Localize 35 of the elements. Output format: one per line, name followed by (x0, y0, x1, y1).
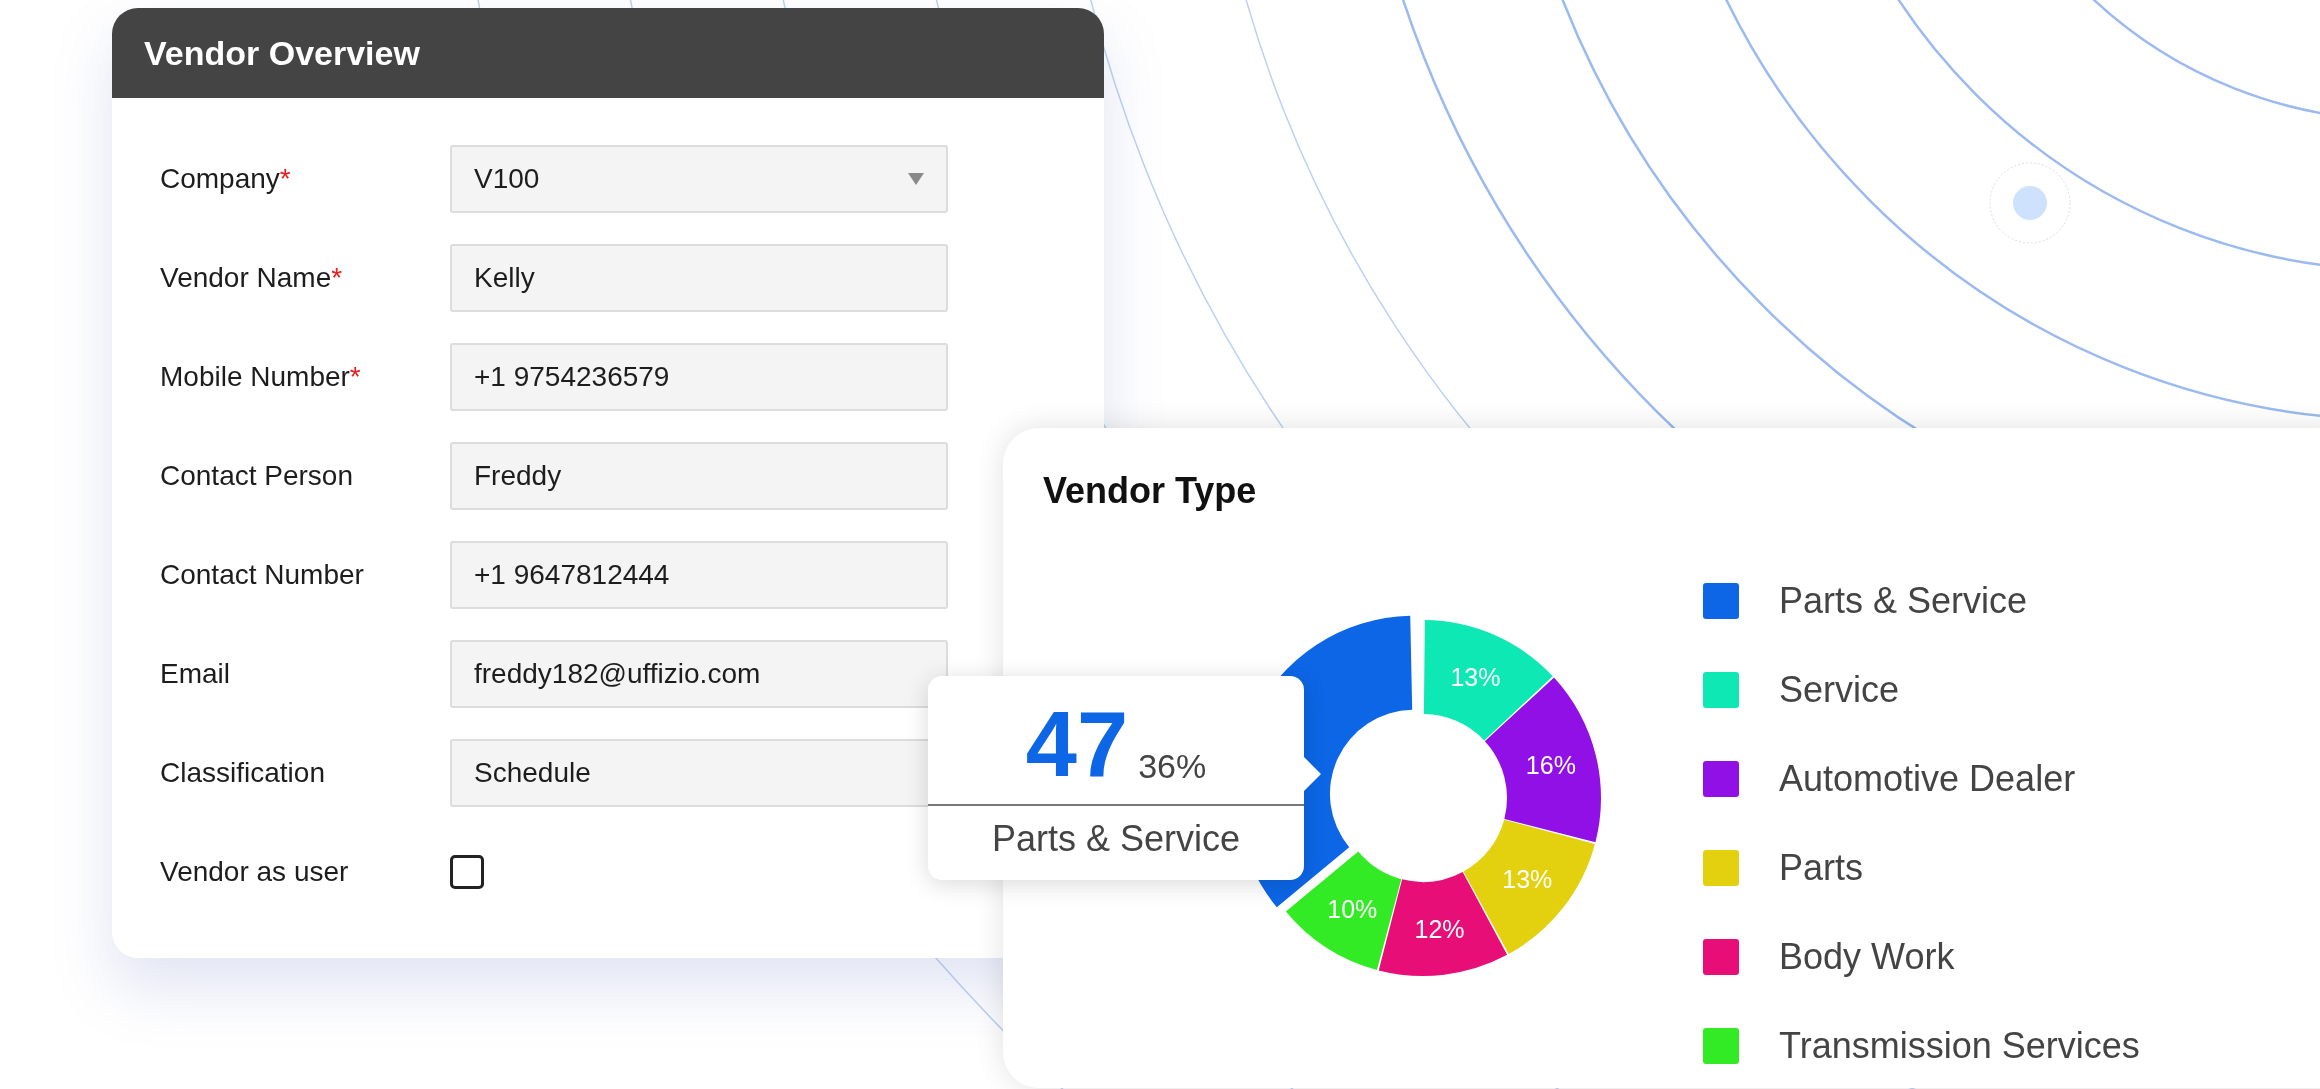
slice-label: 13% (1502, 864, 1553, 893)
field-label: Mobile Number* (160, 361, 362, 393)
checkbox[interactable] (450, 855, 484, 889)
legend-label: Body Work (1779, 936, 1955, 978)
donut-slice[interactable] (1423, 620, 1553, 741)
tooltip-value: 47 (1025, 698, 1129, 790)
tooltip-label: Parts & Service (990, 818, 1242, 860)
slice-label: 13% (1450, 662, 1501, 691)
dropdown-field[interactable]: V100 (450, 145, 948, 213)
input-field[interactable]: +1 9754236579 (450, 343, 948, 411)
input-field[interactable]: freddy182@uffizio.com (450, 640, 948, 708)
field-label: Vendor as user (160, 856, 350, 888)
caret-icon (908, 173, 924, 185)
slice-label: 12% (1414, 914, 1465, 943)
legend-label: Service (1779, 669, 1900, 711)
input-field[interactable]: Freddy (450, 442, 948, 510)
form-title: Vendor Overview (112, 8, 1104, 98)
field-label: Contact Number (160, 559, 365, 591)
input-field[interactable]: Kelly (450, 244, 948, 312)
field-label: Email (160, 658, 231, 690)
legend-label: Parts & Service (1779, 580, 2028, 622)
input-field[interactable]: +1 9647812444 (450, 541, 948, 609)
chart-title: Vendor Type (1043, 470, 1257, 512)
donut-slice[interactable] (1463, 819, 1595, 954)
field-label: Company* (160, 163, 292, 195)
field-label: Vendor Name* (160, 262, 344, 294)
field-label: Classification (160, 757, 326, 789)
slice-label: 16% (1525, 751, 1576, 780)
legend-label: Parts (1779, 847, 1864, 889)
tooltip-percent: 36% (1138, 747, 1207, 786)
donut-slice[interactable] (1285, 851, 1402, 970)
slice-label: 10% (1327, 895, 1378, 924)
field-label: Contact Person (160, 460, 354, 492)
legend-label: Automotive Dealer (1779, 758, 2076, 800)
legend-label: Transmission Services (1779, 1025, 2140, 1067)
